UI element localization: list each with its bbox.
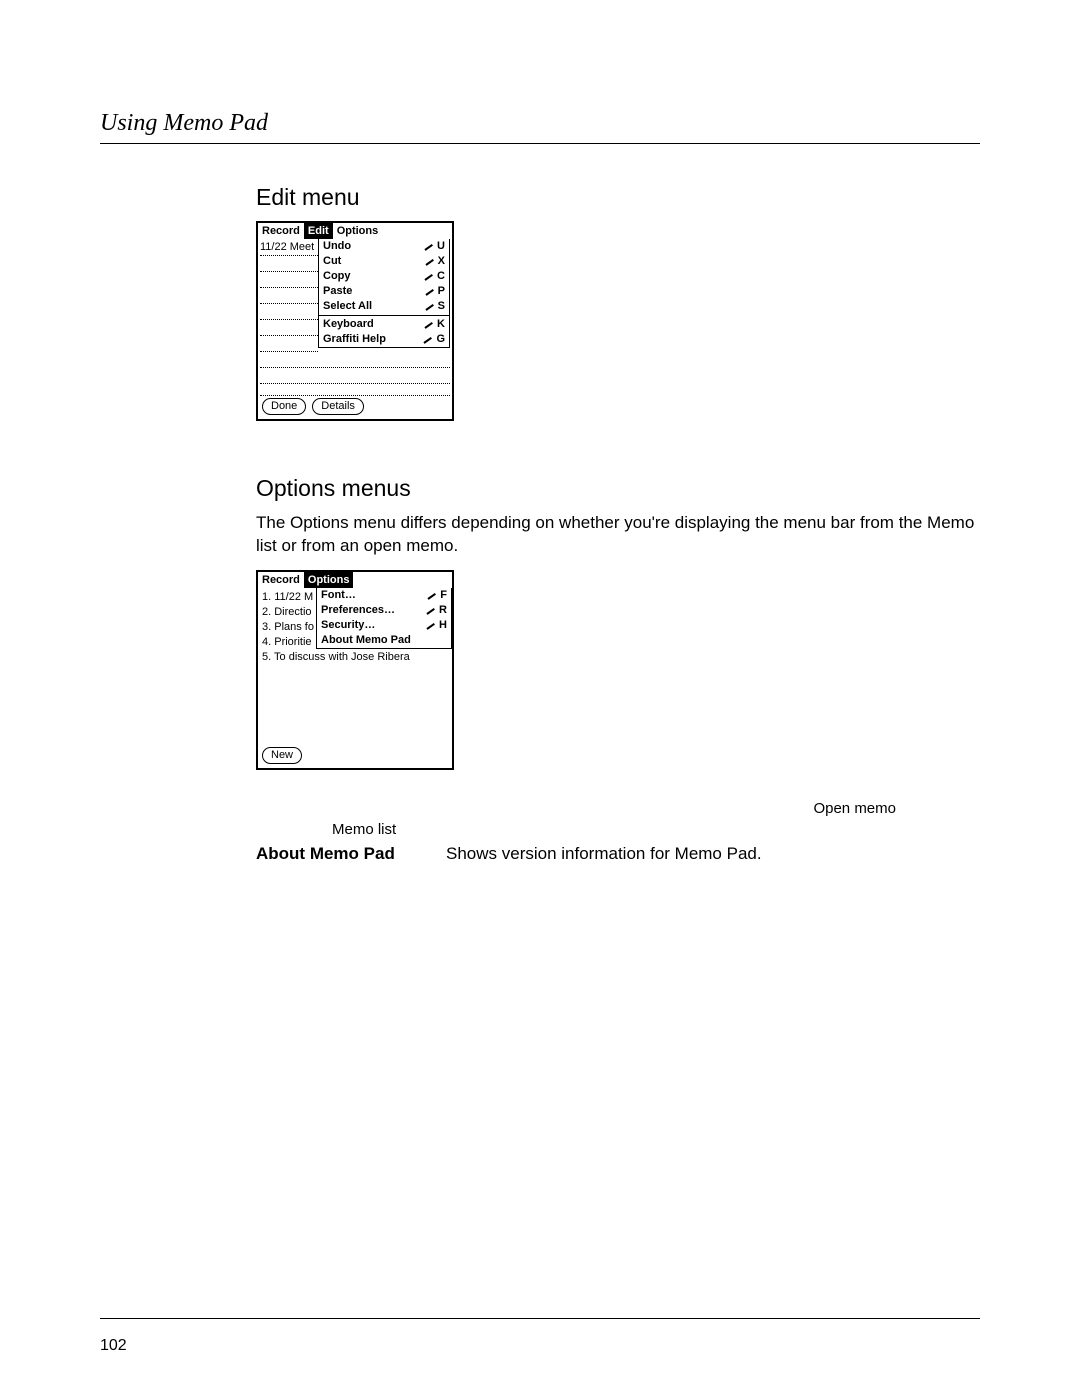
shortcut: R xyxy=(421,603,447,618)
menu-item-label: Select All xyxy=(323,299,372,314)
menu-item-undo[interactable]: Undo U xyxy=(319,239,449,254)
menu-item-label: About Memo Pad xyxy=(321,633,411,648)
menu-item-selectall[interactable]: Select All S xyxy=(319,299,449,314)
menu-separator xyxy=(319,315,449,316)
menu-options[interactable]: Options xyxy=(304,572,354,588)
menu-item-copy[interactable]: Copy C xyxy=(319,269,449,284)
done-button[interactable]: Done xyxy=(262,398,306,415)
menu-item-label: Paste xyxy=(323,284,352,299)
page-number: 102 xyxy=(100,1337,127,1355)
edit-dropdown: Undo U Cut X Copy C Paste P Select All xyxy=(318,239,450,348)
menu-item-keyboard[interactable]: Keyboard K xyxy=(319,317,449,332)
shortcut: P xyxy=(420,284,445,299)
menu-item-paste[interactable]: Paste P xyxy=(319,284,449,299)
caption-memo-list: Memo list xyxy=(332,821,396,838)
dotted-stub xyxy=(260,255,318,256)
options-body-text: The Options menu differs depending on wh… xyxy=(256,512,980,558)
footer-rule xyxy=(100,1318,980,1319)
menu-item-prefs[interactable]: Preferences… R xyxy=(317,603,451,618)
menu-record[interactable]: Record xyxy=(258,572,304,588)
dotted-stub xyxy=(260,303,318,304)
menu-item-graffiti[interactable]: Graffiti Help G xyxy=(319,332,449,347)
menu-item-font[interactable]: Font… F xyxy=(317,588,451,603)
dotted-stub xyxy=(260,319,318,320)
menu-item-label: Preferences… xyxy=(321,603,395,618)
edit-menu-heading: Edit menu xyxy=(256,184,980,211)
definition-row: About Memo Pad Shows version information… xyxy=(256,844,980,864)
shortcut: G xyxy=(418,332,445,347)
shortcut: F xyxy=(422,588,447,603)
menu-item-label: Copy xyxy=(323,269,351,284)
button-row: New xyxy=(262,747,302,764)
definition-desc: Shows version information for Memo Pad. xyxy=(446,844,762,864)
list-item[interactable]: 5. To discuss with Jose Ribera xyxy=(262,650,410,665)
dotted-stub xyxy=(260,271,318,272)
options-dropdown: Font… F Preferences… R Security… H About… xyxy=(316,588,452,649)
shortcut: C xyxy=(419,269,445,284)
header-rule xyxy=(100,143,980,144)
options-menus-heading: Options menus xyxy=(256,475,980,502)
palm-screenshot-options: Record Options 1. 11/22 M 2. Directio 3.… xyxy=(256,570,454,770)
shortcut: K xyxy=(419,317,445,332)
menu-item-label: Keyboard xyxy=(323,317,374,332)
dotted-line xyxy=(260,383,450,384)
menu-item-cut[interactable]: Cut X xyxy=(319,254,449,269)
shortcut: S xyxy=(420,299,445,314)
menu-item-label: Undo xyxy=(323,239,351,254)
menu-item-label: Graffiti Help xyxy=(323,332,386,347)
dotted-line xyxy=(260,395,450,396)
new-button[interactable]: New xyxy=(262,747,302,764)
shortcut: H xyxy=(421,618,447,633)
menu-item-security[interactable]: Security… H xyxy=(317,618,451,633)
memo-line-1: 11/22 Meet xyxy=(260,241,314,253)
menu-item-about[interactable]: About Memo Pad xyxy=(317,633,451,648)
menu-edit[interactable]: Edit xyxy=(304,223,333,239)
menubar: Record Options xyxy=(258,572,452,588)
palm-screenshot-edit: Record Edit Options 11/22 Meet Undo U xyxy=(256,221,454,421)
menu-options[interactable]: Options xyxy=(333,223,383,239)
dotted-stub xyxy=(260,287,318,288)
menu-item-label: Font… xyxy=(321,588,356,603)
running-head: Using Memo Pad xyxy=(100,110,980,137)
shortcut: U xyxy=(419,239,445,254)
dotted-line xyxy=(260,367,450,368)
details-button[interactable]: Details xyxy=(312,398,364,415)
menubar: Record Edit Options xyxy=(258,223,452,239)
dotted-stub xyxy=(260,351,318,352)
menu-item-label: Cut xyxy=(323,254,341,269)
caption-open-memo: Open memo xyxy=(813,800,896,817)
menu-record[interactable]: Record xyxy=(258,223,304,239)
shortcut: X xyxy=(420,254,445,269)
menu-item-label: Security… xyxy=(321,618,375,633)
dotted-stub xyxy=(260,335,318,336)
button-row: Done Details xyxy=(262,398,364,415)
definition-term: About Memo Pad xyxy=(256,844,446,864)
